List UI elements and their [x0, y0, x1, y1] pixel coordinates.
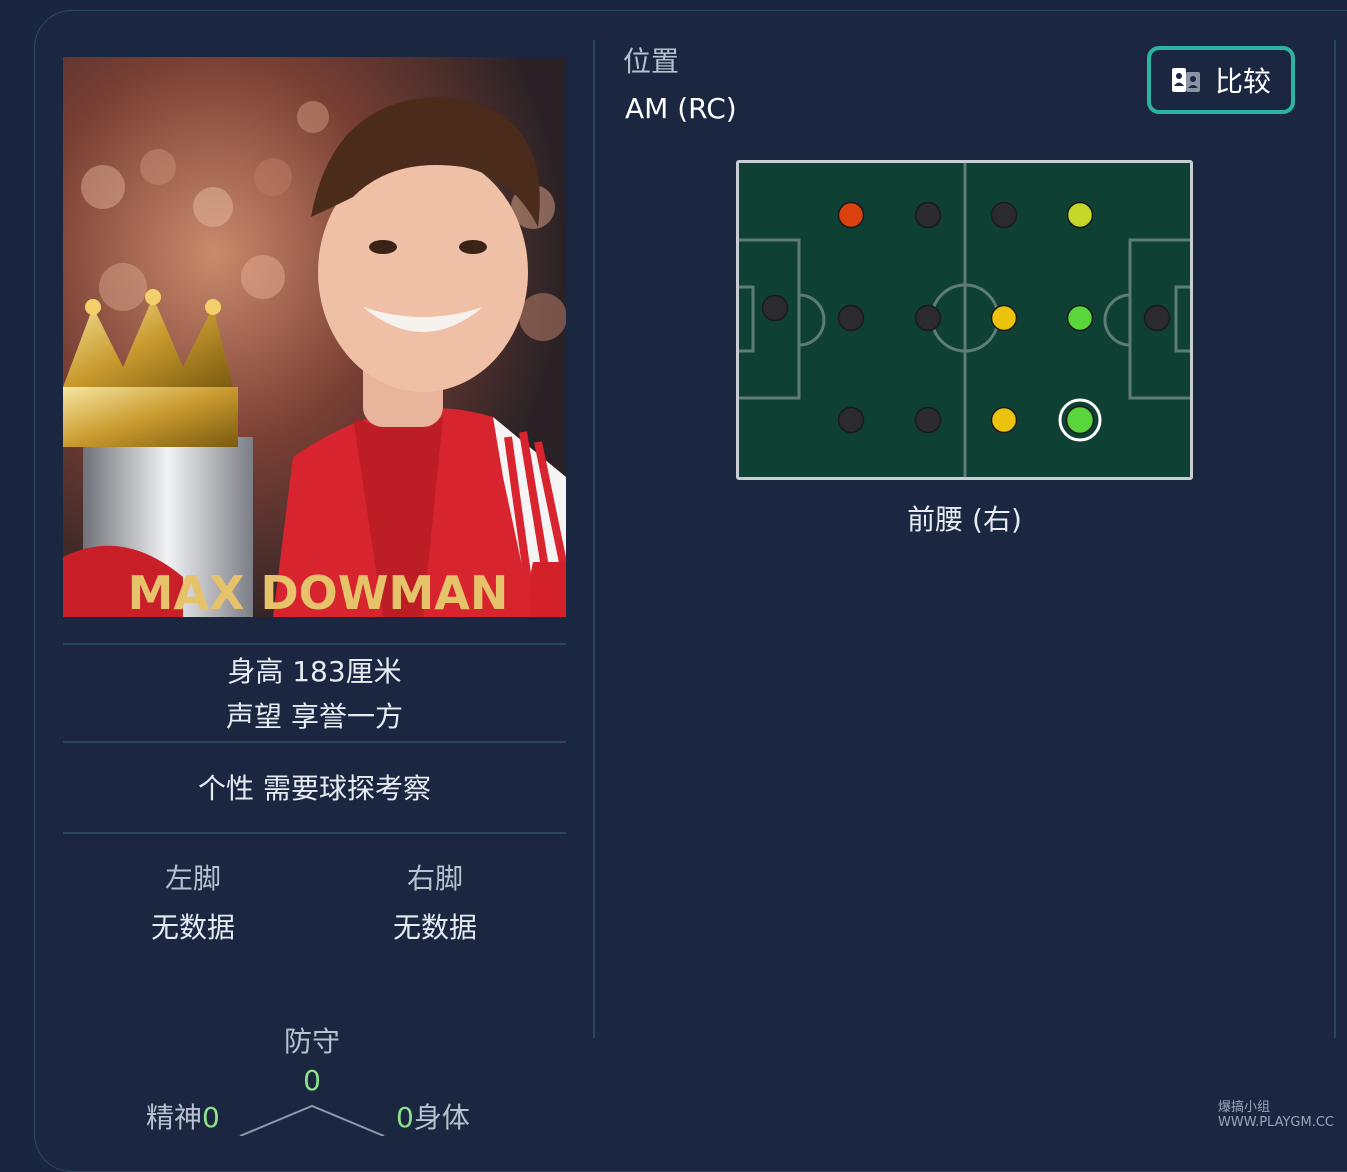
left-foot-value: 无数据: [150, 911, 235, 944]
watermark: 爆搞小组 WWW.PLAYGM.CC: [1218, 1100, 1334, 1130]
defense-value: 0: [303, 1064, 321, 1097]
left-foot-label: 左脚: [164, 862, 221, 895]
divider: [63, 643, 566, 645]
player-name-overlay: MAX DOWMAN: [128, 566, 509, 617]
attribute-radar-chart: [239, 1104, 385, 1136]
defense-label: 防守: [283, 1025, 340, 1058]
pitch-markings: [735, 163, 1194, 477]
reputation-label: 声望: [226, 700, 283, 733]
column-divider: [593, 40, 595, 1038]
position-dot-dmc: [914, 304, 942, 332]
player-photo-illustration: MAX DOWMAN: [63, 57, 566, 617]
compare-label: 比较: [1214, 65, 1271, 98]
mental-label: 精神: [146, 1101, 203, 1134]
divider: [63, 832, 566, 834]
divider: [63, 741, 566, 743]
position-dot-gk: [761, 294, 789, 322]
height-value: 183厘米: [292, 655, 402, 688]
position-section-title: 位置: [623, 45, 680, 78]
position-pitch-map: [735, 160, 1194, 480]
position-dot-dm-l: [914, 201, 942, 229]
personality-value: 需要球探考察: [262, 772, 431, 805]
compare-icon: [1171, 68, 1200, 92]
position-dot-wbr: [914, 406, 942, 434]
position-dot-dc: [837, 304, 865, 332]
reputation-row: 声望 享誉一方: [63, 695, 566, 735]
position-code: AM (RC): [625, 92, 737, 125]
mental-stat: 精神0: [146, 1096, 220, 1136]
height-label: 身高: [227, 655, 284, 688]
position-dot-amc: [1066, 304, 1094, 332]
mental-value: 0: [202, 1101, 220, 1134]
position-dot-dr: [837, 406, 865, 434]
right-foot-value: 无数据: [392, 911, 477, 944]
physical-stat: 0身体: [396, 1096, 470, 1136]
position-dot-st: [1143, 304, 1171, 332]
position-dot-dm-l2: [990, 201, 1018, 229]
position-dot-mr: [990, 406, 1018, 434]
right-foot-label: 右脚: [406, 862, 463, 895]
player-photo: MAX DOWMAN: [63, 57, 566, 617]
height-row: 身高 183厘米: [63, 650, 566, 690]
reputation-value: 享誉一方: [290, 700, 403, 733]
personality-row: 个性 需要球探考察: [63, 767, 566, 807]
personality-label: 个性: [198, 772, 255, 805]
physical-label: 身体: [413, 1101, 470, 1134]
position-dot-mc-l: [837, 201, 865, 229]
column-divider: [1334, 40, 1336, 1038]
position-dot-amr-selected: [1065, 405, 1095, 435]
position-name: 前腰 (右): [907, 503, 1022, 536]
position-dot-aml: [1066, 201, 1094, 229]
compare-button[interactable]: 比较: [1147, 46, 1295, 114]
position-dot-mc: [990, 304, 1018, 332]
